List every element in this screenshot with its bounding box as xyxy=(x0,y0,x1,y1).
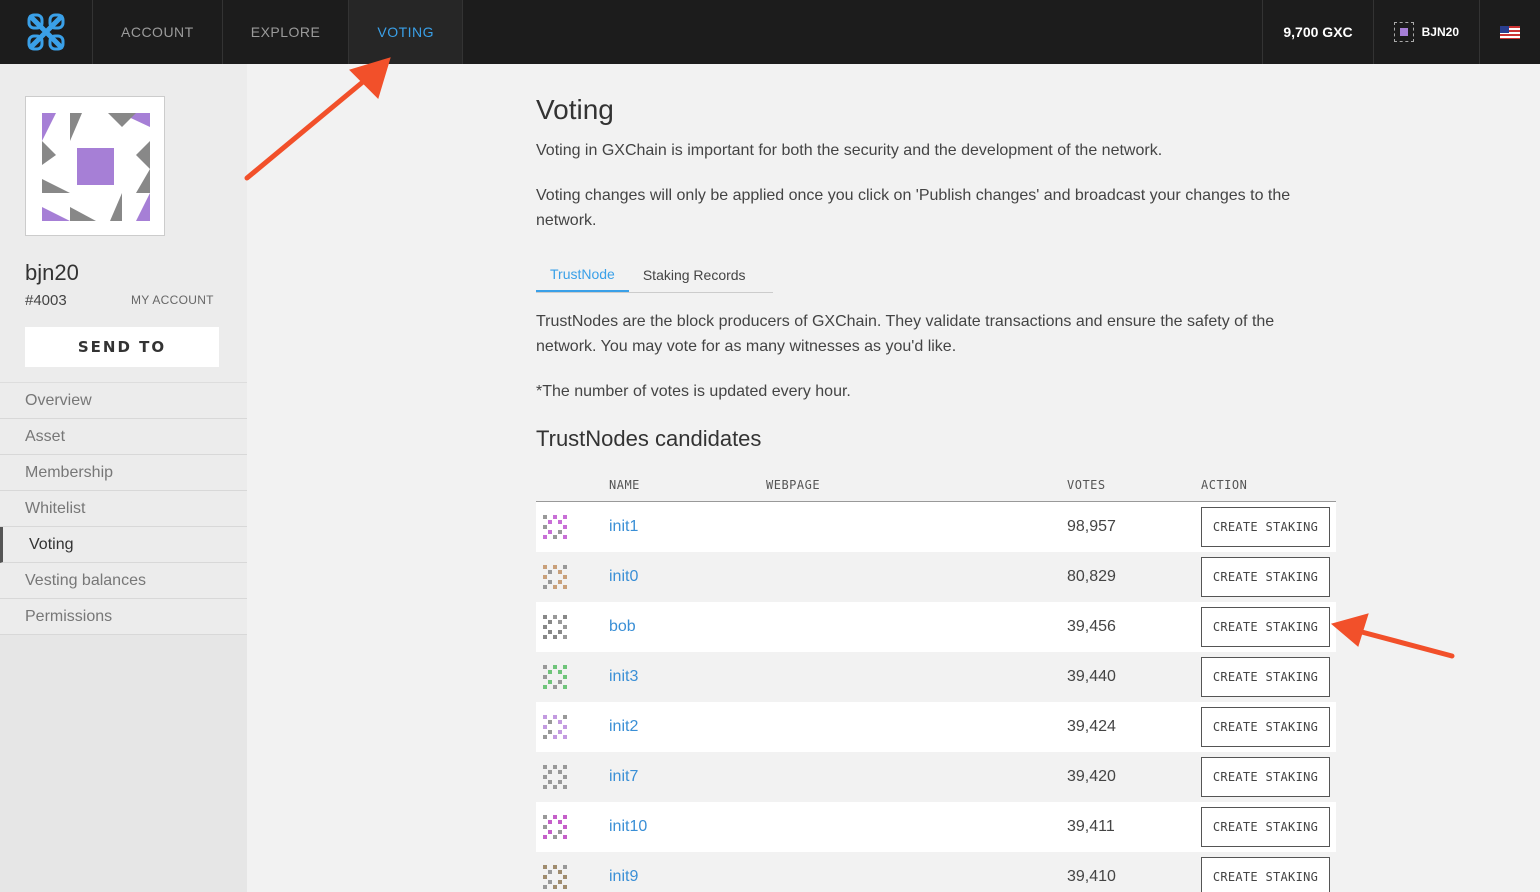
sidebar-item-whitelist[interactable]: Whitelist xyxy=(0,491,247,527)
balance-display[interactable]: 9,700 GXC xyxy=(1262,0,1372,64)
table-header: NAME WEBPAGE VOTES ACTION xyxy=(536,468,1336,502)
table-row: init1 98,957 CREATE STAKING xyxy=(536,502,1336,552)
arrow-head-icon xyxy=(1330,613,1369,647)
candidate-name-link[interactable]: bob xyxy=(609,618,766,636)
create-staking-button[interactable]: CREATE STAKING xyxy=(1201,657,1330,697)
us-flag-icon xyxy=(1500,25,1520,39)
account-avatar xyxy=(25,96,165,236)
page-title: Voting xyxy=(536,94,614,125)
tab-trustnode[interactable]: TrustNode xyxy=(536,257,629,292)
identicon-icon xyxy=(543,515,567,539)
candidate-votes: 39,424 xyxy=(1067,718,1116,735)
nav-voting[interactable]: VOTING xyxy=(349,0,464,64)
candidate-votes: 39,411 xyxy=(1067,818,1115,835)
header-action: ACTION xyxy=(1201,477,1248,492)
account-name: bjn20 xyxy=(25,260,79,285)
identicon-icon xyxy=(543,765,567,789)
table-row: init2 39,424 CREATE STAKING xyxy=(536,702,1336,752)
account-avatar-icon xyxy=(1393,22,1414,42)
sidebar-menu: Overview Asset Membership Whitelist Voti… xyxy=(0,383,247,635)
table-row: init9 39,410 CREATE STAKING xyxy=(536,852,1336,892)
identicon-icon xyxy=(543,715,567,739)
arrow-to-voting-tab xyxy=(244,73,373,181)
candidate-name-link[interactable]: init2 xyxy=(609,718,766,736)
sidebar-item-vesting-balances[interactable]: Vesting balances xyxy=(0,563,247,599)
candidate-votes: 39,440 xyxy=(1067,668,1116,685)
nav-account[interactable]: ACCOUNT xyxy=(93,0,223,64)
account-menu-label: BJN20 xyxy=(1421,25,1459,39)
create-staking-button[interactable]: CREATE STAKING xyxy=(1201,607,1330,647)
sidebar-item-permissions[interactable]: Permissions xyxy=(0,599,247,635)
section-title: TrustNodes candidates xyxy=(536,426,762,451)
intro-text-1: Voting in GXChain is important for both … xyxy=(536,142,1163,159)
account-id: #4003 xyxy=(25,292,67,309)
candidate-votes: 39,456 xyxy=(1067,618,1116,635)
intro-text-2: Voting changes will only be applied once… xyxy=(536,187,1291,229)
arrow-head-icon xyxy=(349,57,391,99)
create-staking-button[interactable]: CREATE STAKING xyxy=(1201,507,1330,547)
identicon-icon xyxy=(543,815,567,839)
header-votes[interactable]: VOTES xyxy=(1067,478,1201,492)
sidebar-item-overview[interactable]: Overview xyxy=(0,383,247,419)
sidebar-item-voting[interactable]: Voting xyxy=(0,527,247,563)
header-webpage: WEBPAGE xyxy=(766,477,821,492)
table-row: init10 39,411 CREATE STAKING xyxy=(536,802,1336,852)
identicon-icon xyxy=(543,615,567,639)
create-staking-button[interactable]: CREATE STAKING xyxy=(1201,807,1330,847)
create-staking-button[interactable]: CREATE STAKING xyxy=(1201,707,1330,747)
table-row: init3 39,440 CREATE STAKING xyxy=(536,652,1336,702)
create-staking-button[interactable]: CREATE STAKING xyxy=(1201,857,1330,892)
arrow-to-create-staking xyxy=(1355,628,1455,659)
nav-explore[interactable]: EXPLORE xyxy=(223,0,350,64)
sidebar-item-asset[interactable]: Asset xyxy=(0,419,247,455)
send-to-button[interactable]: SEND TO xyxy=(25,327,219,367)
candidate-name-link[interactable]: init0 xyxy=(609,568,766,586)
sidebar: bjn20 #4003 MY ACCOUNT SEND TO Overview … xyxy=(0,64,247,892)
candidate-votes: 80,829 xyxy=(1067,568,1116,585)
identicon-icon xyxy=(543,665,567,689)
candidate-name-link[interactable]: init7 xyxy=(609,768,766,786)
gxchain-logo-icon[interactable] xyxy=(0,0,93,64)
table-row: bob 39,456 CREATE STAKING xyxy=(536,602,1336,652)
account-card: bjn20 #4003 MY ACCOUNT SEND TO xyxy=(0,64,247,383)
create-staking-button[interactable]: CREATE STAKING xyxy=(1201,757,1330,797)
candidates-table: NAME WEBPAGE VOTES ACTION init1 98,957 CRE… xyxy=(536,468,1336,892)
identicon-icon xyxy=(543,565,567,589)
candidate-votes: 98,957 xyxy=(1067,518,1116,535)
account-menu[interactable]: BJN20 xyxy=(1372,0,1479,64)
sidebar-item-membership[interactable]: Membership xyxy=(0,455,247,491)
table-body: init1 98,957 CREATE STAKING init0 80,829 CREA… xyxy=(536,502,1336,892)
votes-update-note: *The number of votes is updated every ho… xyxy=(536,383,851,400)
candidate-name-link[interactable]: init9 xyxy=(609,868,766,886)
trustnode-description: TrustNodes are the block producers of GX… xyxy=(536,313,1275,355)
identicon-icon xyxy=(543,865,567,889)
language-selector[interactable] xyxy=(1479,0,1540,64)
candidate-name-link[interactable]: init1 xyxy=(609,518,766,536)
create-staking-button[interactable]: CREATE STAKING xyxy=(1201,557,1330,597)
candidate-name-link[interactable]: init10 xyxy=(609,818,766,836)
tab-staking-records[interactable]: Staking Records xyxy=(629,257,760,292)
candidate-name-link[interactable]: init3 xyxy=(609,668,766,686)
candidate-votes: 39,410 xyxy=(1067,868,1116,885)
voting-tabs: TrustNode Staking Records xyxy=(536,257,773,293)
table-row: init7 39,420 CREATE STAKING xyxy=(536,752,1336,802)
candidate-votes: 39,420 xyxy=(1067,768,1116,785)
header-name[interactable]: NAME xyxy=(609,478,766,492)
my-account-link[interactable]: MY ACCOUNT xyxy=(131,293,214,307)
table-row: init0 80,829 CREATE STAKING xyxy=(536,552,1336,602)
top-navbar: ACCOUNT EXPLORE VOTING 9,700 GXC BJN20 xyxy=(0,0,1540,64)
